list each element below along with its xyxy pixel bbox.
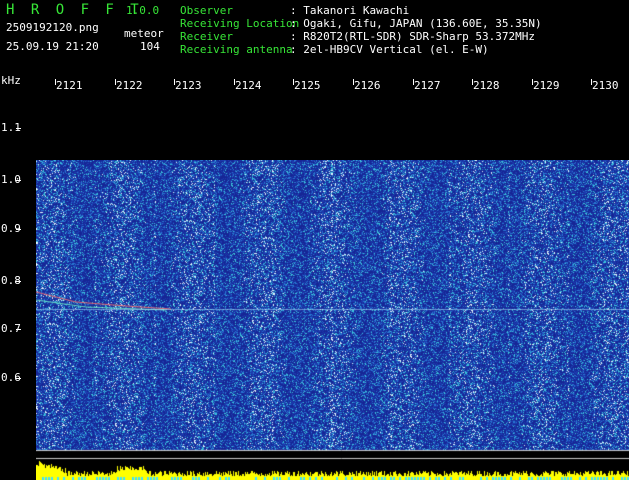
mode-label: meteor: [124, 27, 164, 40]
spectrogram-canvas: [36, 160, 629, 480]
y-tick-mark: [16, 229, 21, 230]
x-tick-mark: [591, 79, 592, 85]
app-title: H R O F F T: [6, 2, 143, 18]
location-label: Receiving Location: [180, 17, 300, 30]
x-tick-label: 2130: [592, 79, 619, 92]
location-value: : Ogaki, Gifu, JAPAN (136.60E, 35.35N): [290, 17, 542, 30]
y-tick-mark: [16, 378, 21, 379]
x-tick-label: 2124: [235, 79, 262, 92]
detection-count: 104: [140, 40, 160, 53]
y-tick-mark: [16, 128, 21, 129]
x-tick-label: 2126: [354, 79, 381, 92]
x-tick-mark: [55, 79, 56, 85]
spectrogram-area: [18, 80, 629, 480]
observer-value: : Takanori Kawachi: [290, 4, 410, 17]
x-tick-mark: [413, 79, 414, 85]
x-tick-mark: [174, 79, 175, 85]
filename: 2509192120.png: [6, 21, 99, 34]
x-tick-label: 2125: [294, 79, 321, 92]
receiver-label: Receiver: [180, 30, 233, 43]
header-panel: H R O F F T 1.0.0 2509192120.png meteor …: [0, 0, 629, 76]
x-tick-mark: [234, 79, 235, 85]
x-tick-label: 2121: [56, 79, 83, 92]
y-tick-mark: [16, 281, 21, 282]
x-tick-mark: [115, 79, 116, 85]
x-tick-mark: [293, 79, 294, 85]
y-tick-mark: [16, 329, 21, 330]
datetime: 25.09.19 21:20: [6, 40, 99, 53]
receiver-value: : R820T2(RTL-SDR) SDR-Sharp 53.372MHz: [290, 30, 536, 43]
antenna-label: Receiving antenna: [180, 43, 293, 56]
x-tick-label: 2129: [533, 79, 560, 92]
antenna-value: : 2el-HB9CV Vertical (el. E-W): [290, 43, 489, 56]
x-tick-mark: [532, 79, 533, 85]
x-tick-label: 2128: [473, 79, 500, 92]
observer-label: Observer: [180, 4, 233, 17]
x-tick-mark: [472, 79, 473, 85]
app-version: 1.0.0: [126, 4, 160, 17]
x-tick-label: 2122: [116, 79, 143, 92]
x-tick-mark: [353, 79, 354, 85]
x-tick-label: 2123: [175, 79, 202, 92]
x-tick-label: 2127: [414, 79, 441, 92]
y-tick-mark: [16, 180, 21, 181]
